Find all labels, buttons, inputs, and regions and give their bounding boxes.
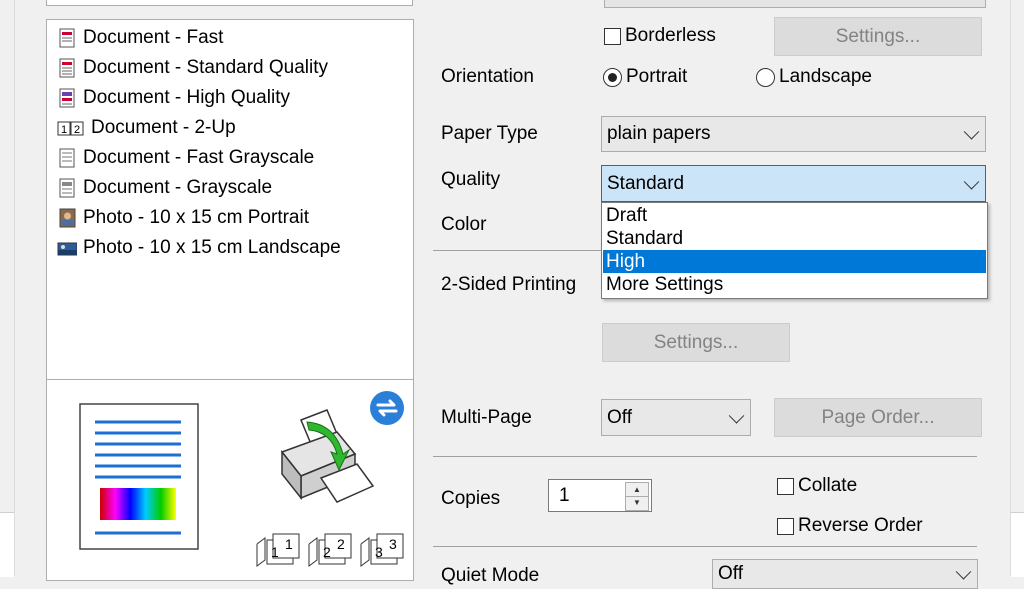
preset-item-document-high[interactable]: Document - High Quality [57, 84, 290, 112]
landscape-radio[interactable]: Landscape [756, 66, 872, 88]
preset-item-document-standard[interactable]: Document - Standard Quality [57, 54, 328, 82]
chevron-down-icon [963, 124, 980, 140]
spin-up-icon[interactable]: ▲ [626, 483, 648, 497]
collate-label: Collate [798, 475, 858, 496]
orientation-label: Orientation [441, 66, 534, 87]
document-standard-icon [57, 58, 77, 78]
page-stack-label: 1 [271, 544, 279, 560]
page-stack-label: 1 [285, 536, 293, 552]
print-preview-panel: 1 1 2 2 3 3 [46, 379, 414, 581]
printer-icon [277, 394, 377, 510]
document-grayscale-icon [57, 178, 77, 198]
background-window-strip-right [1011, 512, 1024, 577]
page-stack-label: 2 [337, 536, 345, 552]
multi-page-select[interactable]: Off [601, 399, 751, 436]
quiet-mode-value: Off [718, 563, 743, 584]
quality-option-standard[interactable]: Standard [603, 227, 986, 250]
reverse-order-checkbox[interactable]: Reverse Order [777, 515, 923, 537]
checkbox-box[interactable] [777, 477, 794, 495]
preset-label: Document - Grayscale [83, 177, 273, 198]
quiet-mode-select[interactable]: Off [712, 559, 978, 589]
borderless-checkbox[interactable]: Borderless [604, 25, 716, 47]
preset-item-document-fast-grayscale[interactable]: Document - Fast Grayscale [57, 144, 314, 172]
copies-label: Copies [441, 488, 501, 509]
preset-label: Document - Fast [83, 27, 224, 48]
separator [433, 456, 977, 457]
preset-list[interactable]: Document - Fast Document - Standard Qual… [46, 19, 414, 381]
borderless-label: Borderless [625, 25, 716, 46]
preset-label: Document - 2-Up [91, 117, 236, 138]
portrait-radio[interactable]: Portrait [603, 66, 687, 88]
preset-label: Document - Fast Grayscale [83, 147, 315, 168]
copies-spinner[interactable]: 1 ▲ ▼ [548, 479, 652, 512]
color-label: Color [441, 214, 487, 235]
quality-label: Quality [441, 169, 501, 190]
separator [433, 546, 977, 547]
photo-portrait-icon [57, 208, 77, 228]
chevron-down-icon [955, 564, 972, 580]
page-stack-3-icon: 3 3 [357, 530, 405, 568]
multi-page-value: Off [607, 406, 632, 428]
chevron-down-icon [728, 407, 745, 424]
preset-label: Document - Standard Quality [83, 57, 329, 78]
page-stack-label: 3 [375, 544, 383, 560]
borderless-settings-button[interactable]: Settings... [774, 17, 982, 56]
preset-item-photo-landscape[interactable]: Photo - 10 x 15 cm Landscape [57, 234, 341, 262]
paper-type-label: Paper Type [441, 123, 538, 144]
quality-option-high[interactable]: High [603, 250, 986, 273]
preset-label: Document - High Quality [83, 87, 290, 108]
page-stack-label: 2 [323, 544, 331, 560]
page-stack-1-icon: 1 1 [253, 530, 301, 568]
preset-label: Photo - 10 x 15 cm Portrait [83, 207, 309, 228]
collate-checkbox[interactable]: Collate [777, 475, 857, 497]
paper-type-value: plain papers [607, 123, 711, 144]
portrait-label: Portrait [626, 66, 688, 87]
background-window-strip [0, 512, 14, 577]
document-grayscale-fast-icon [57, 148, 77, 168]
quiet-mode-label: Quiet Mode [441, 565, 540, 586]
photo-landscape-icon [57, 238, 78, 258]
spin-buttons[interactable]: ▲ ▼ [625, 482, 649, 511]
radio-button[interactable] [603, 67, 622, 87]
two-sided-printing-label: 2-Sided Printing [441, 274, 577, 295]
document-high-icon [57, 88, 77, 108]
paper-type-select[interactable]: plain papers [601, 116, 986, 152]
top-combo-right[interactable] [604, 0, 986, 8]
top-field-left [46, 0, 413, 6]
window-right-edge [1010, 0, 1024, 576]
page-stack-2-icon: 2 2 [305, 530, 353, 568]
radio-button[interactable] [756, 67, 775, 87]
separator [433, 250, 603, 251]
two-up-icon: 12 [57, 118, 85, 138]
spin-down-icon[interactable]: ▼ [626, 496, 648, 509]
quality-value: Standard [607, 172, 685, 194]
preset-label: Photo - 10 x 15 cm Landscape [83, 237, 341, 258]
multi-page-label: Multi-Page [441, 407, 532, 428]
landscape-label: Landscape [779, 66, 872, 87]
two-sided-settings-button[interactable]: Settings... [602, 323, 790, 362]
page-order-button[interactable]: Page Order... [774, 398, 982, 437]
checkbox-box[interactable] [777, 517, 794, 535]
document-fast-icon [57, 28, 77, 48]
page-stack-label: 3 [389, 536, 397, 552]
checkbox-box[interactable] [604, 27, 621, 45]
quality-option-more-settings[interactable]: More Settings [603, 273, 986, 296]
quality-select[interactable]: Standard [601, 165, 986, 202]
preset-item-document-2up[interactable]: 12 Document - 2-Up [57, 114, 236, 142]
preset-item-document-fast[interactable]: Document - Fast [57, 24, 223, 52]
preset-item-photo-portrait[interactable]: Photo - 10 x 15 cm Portrait [57, 204, 309, 232]
quality-dropdown-list[interactable]: Draft Standard High More Settings [601, 202, 988, 299]
copies-value[interactable]: 1 [559, 485, 570, 507]
chevron-down-icon [963, 173, 980, 190]
preset-item-document-grayscale[interactable]: Document - Grayscale [57, 174, 272, 202]
svg-text:1: 1 [61, 124, 67, 136]
reverse-order-label: Reverse Order [798, 515, 923, 536]
svg-text:2: 2 [74, 124, 80, 136]
quality-option-draft[interactable]: Draft [603, 204, 986, 227]
window-left-edge [0, 0, 15, 576]
refresh-icon[interactable] [369, 390, 405, 432]
